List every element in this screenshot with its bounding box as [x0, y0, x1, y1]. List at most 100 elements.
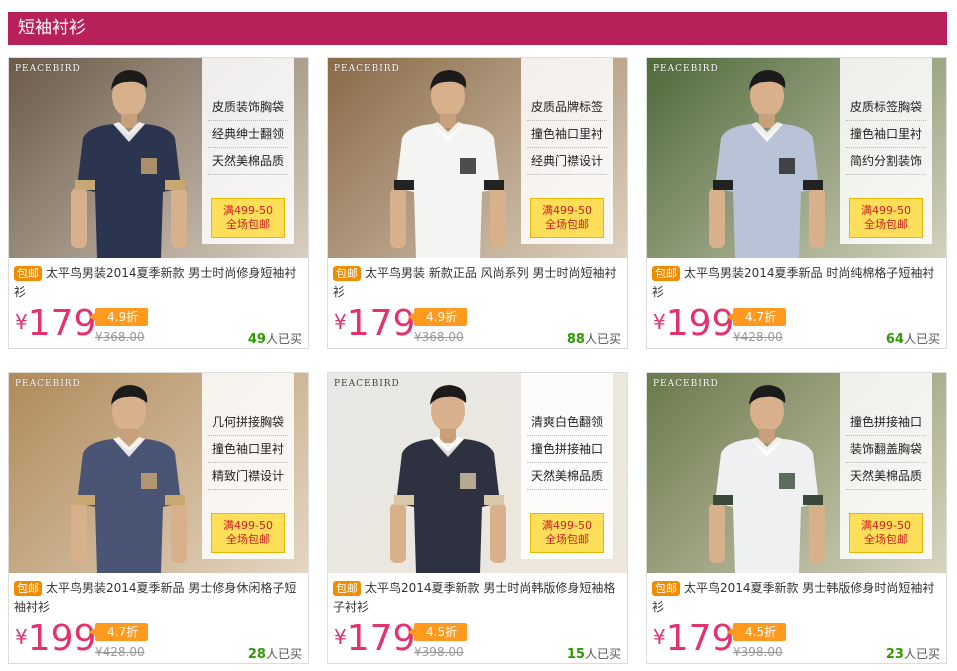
feature-item: 撞色拼接袖口 [846, 409, 926, 436]
original-price: ¥368.00 [95, 330, 145, 344]
currency-symbol: ¥ [334, 310, 347, 334]
product-image[interactable]: PEACEBIRD 撞色拼接袖口 装饰翻盖胸袋 天然美棉品质 满499-50 全… [647, 373, 946, 573]
discount-tag: 4.7折 [726, 308, 787, 326]
feature-item: 装饰翻盖胸袋 [846, 436, 926, 463]
brand-logo: PEACEBIRD [653, 379, 719, 389]
product-title-text[interactable]: 太平鸟男装2014夏季新款 男士时尚修身短袖衬衫 [14, 266, 296, 299]
price-value: 179 [665, 618, 735, 659]
sold-suffix: 人已买 [265, 332, 302, 346]
currency-symbol: ¥ [15, 625, 28, 649]
original-price: ¥398.00 [733, 645, 783, 659]
product-title-text[interactable]: 太平鸟男装2014夏季新品 男士修身休闲格子短袖衬衫 [14, 581, 296, 614]
promo-line: 满499-50 [861, 204, 911, 217]
product-card[interactable]: PEACEBIRD 撞色拼接袖口 装饰翻盖胸袋 天然美棉品质 满499-50 全… [646, 372, 947, 664]
free-shipping-badge: 包邮 [652, 581, 680, 596]
brand-logo: PEACEBIRD [334, 64, 400, 74]
product-title-text[interactable]: 太平鸟男装 新款正品 风尚系列 男士时尚短袖衬衫 [333, 266, 616, 299]
feature-panel: 皮质装饰胸袋 经典绅士翻领 天然美棉品质 满499-50 全场包邮 [202, 58, 294, 244]
feature-item: 清爽白色翻领 [527, 409, 607, 436]
original-price: ¥428.00 [733, 330, 783, 344]
promo-badge: 满499-50 全场包邮 [211, 198, 285, 238]
product-title[interactable]: 包邮 太平鸟男装2014夏季新款 男士时尚修身短袖衬衫 [14, 264, 304, 302]
promo-badge: 满499-50 全场包邮 [849, 513, 923, 553]
product-card[interactable]: PEACEBIRD 皮质标签胸袋 撞色袖口里衬 简约分割装饰 满499-50 全… [646, 57, 947, 349]
product-image[interactable]: PEACEBIRD 几何拼接胸袋 撞色袖口里衬 精致门襟设计 满499-50 全… [9, 373, 308, 573]
price-value: 199 [27, 618, 97, 659]
current-price: ¥199 [15, 621, 96, 657]
promo-badge: 满499-50 全场包邮 [849, 198, 923, 238]
discount-tag: 4.5折 [407, 623, 468, 641]
product-card[interactable]: PEACEBIRD 皮质品牌标签 撞色袖口里衬 经典门襟设计 满499-50 全… [327, 57, 628, 349]
currency-symbol: ¥ [653, 625, 666, 649]
product-title[interactable]: 包邮 太平鸟男装2014夏季新品 时尚纯棉格子短袖衬衫 [652, 264, 942, 302]
sold-number: 23 [885, 647, 904, 662]
feature-panel: 皮质品牌标签 撞色袖口里衬 经典门襟设计 满499-50 全场包邮 [521, 58, 613, 244]
feature-panel: 清爽白色翻领 撞色拼接袖口 天然美棉品质 满499-50 全场包邮 [521, 373, 613, 559]
promo-badge: 满499-50 全场包邮 [530, 198, 604, 238]
price-value: 179 [27, 303, 97, 344]
sold-count: 88人已买 [567, 330, 621, 347]
feature-item: 撞色袖口里衬 [846, 121, 926, 148]
discount-tag: 4.9折 [407, 308, 468, 326]
current-price: ¥179 [334, 306, 415, 342]
discount-tag: 4.7折 [88, 623, 149, 641]
sold-suffix: 人已买 [584, 647, 621, 661]
feature-item: 简约分割装饰 [846, 148, 926, 175]
discount-tag: 4.5折 [726, 623, 787, 641]
product-card[interactable]: PEACEBIRD 皮质装饰胸袋 经典绅士翻领 天然美棉品质 满499-50 全… [8, 57, 309, 349]
sold-count: 23人已买 [886, 645, 940, 662]
current-price: ¥179 [653, 621, 734, 657]
free-shipping-badge: 包邮 [333, 581, 361, 596]
brand-logo: PEACEBIRD [334, 379, 400, 389]
sold-number: 64 [885, 332, 904, 347]
product-image[interactable]: PEACEBIRD 皮质品牌标签 撞色袖口里衬 经典门襟设计 满499-50 全… [328, 58, 627, 258]
free-shipping-badge: 包邮 [652, 266, 680, 281]
feature-panel: 几何拼接胸袋 撞色袖口里衬 精致门襟设计 满499-50 全场包邮 [202, 373, 294, 559]
section-title: 短袖衬衫 [8, 12, 947, 45]
product-card[interactable]: PEACEBIRD 清爽白色翻领 撞色拼接袖口 天然美棉品质 满499-50 全… [327, 372, 628, 664]
current-price: ¥199 [653, 306, 734, 342]
brand-logo: PEACEBIRD [15, 379, 81, 389]
product-title[interactable]: 包邮 太平鸟2014夏季新款 男士韩版修身时尚短袖衬衫 [652, 579, 942, 617]
original-price: ¥368.00 [414, 330, 464, 344]
price-value: 179 [346, 618, 416, 659]
price-value: 199 [665, 303, 735, 344]
product-image[interactable]: PEACEBIRD 皮质标签胸袋 撞色袖口里衬 简约分割装饰 满499-50 全… [647, 58, 946, 258]
product-title[interactable]: 包邮 太平鸟男装 新款正品 风尚系列 男士时尚短袖衬衫 [333, 264, 623, 302]
product-title-text[interactable]: 太平鸟2014夏季新款 男士韩版修身时尚短袖衬衫 [652, 581, 934, 614]
promo-badge: 满499-50 全场包邮 [211, 513, 285, 553]
product-title[interactable]: 包邮 太平鸟男装2014夏季新品 男士修身休闲格子短袖衬衫 [14, 579, 304, 617]
original-price: ¥398.00 [414, 645, 464, 659]
feature-item: 撞色袖口里衬 [527, 121, 607, 148]
feature-item: 经典门襟设计 [527, 148, 607, 175]
free-shipping-badge: 包邮 [333, 266, 361, 281]
promo-line: 满499-50 [861, 519, 911, 532]
feature-panel: 皮质标签胸袋 撞色袖口里衬 简约分割装饰 满499-50 全场包邮 [840, 58, 932, 244]
promo-line: 全场包邮 [226, 218, 270, 231]
feature-item: 皮质装饰胸袋 [208, 94, 288, 121]
feature-item: 撞色袖口里衬 [208, 436, 288, 463]
sold-number: 49 [247, 332, 266, 347]
brand-logo: PEACEBIRD [653, 64, 719, 74]
sold-suffix: 人已买 [903, 332, 940, 346]
brand-logo: PEACEBIRD [15, 64, 81, 74]
product-title[interactable]: 包邮 太平鸟2014夏季新款 男士时尚韩版修身短袖格子衬衫 [333, 579, 623, 617]
current-price: ¥179 [15, 306, 96, 342]
feature-item: 经典绅士翻领 [208, 121, 288, 148]
promo-line: 满499-50 [542, 204, 592, 217]
promo-line: 满499-50 [542, 519, 592, 532]
product-image[interactable]: PEACEBIRD 皮质装饰胸袋 经典绅士翻领 天然美棉品质 满499-50 全… [9, 58, 308, 258]
promo-line: 满499-50 [223, 519, 273, 532]
product-image[interactable]: PEACEBIRD 清爽白色翻领 撞色拼接袖口 天然美棉品质 满499-50 全… [328, 373, 627, 573]
product-title-text[interactable]: 太平鸟男装2014夏季新品 时尚纯棉格子短袖衬衫 [652, 266, 934, 299]
feature-item: 天然美棉品质 [846, 463, 926, 490]
sold-count: 28人已买 [248, 645, 302, 662]
feature-item: 撞色拼接袖口 [527, 436, 607, 463]
sold-number: 28 [247, 647, 266, 662]
product-title-text[interactable]: 太平鸟2014夏季新款 男士时尚韩版修身短袖格子衬衫 [333, 581, 615, 614]
product-card[interactable]: PEACEBIRD 几何拼接胸袋 撞色袖口里衬 精致门襟设计 满499-50 全… [8, 372, 309, 664]
sold-count: 64人已买 [886, 330, 940, 347]
discount-tag: 4.9折 [88, 308, 149, 326]
currency-symbol: ¥ [334, 625, 347, 649]
sold-count: 49人已买 [248, 330, 302, 347]
